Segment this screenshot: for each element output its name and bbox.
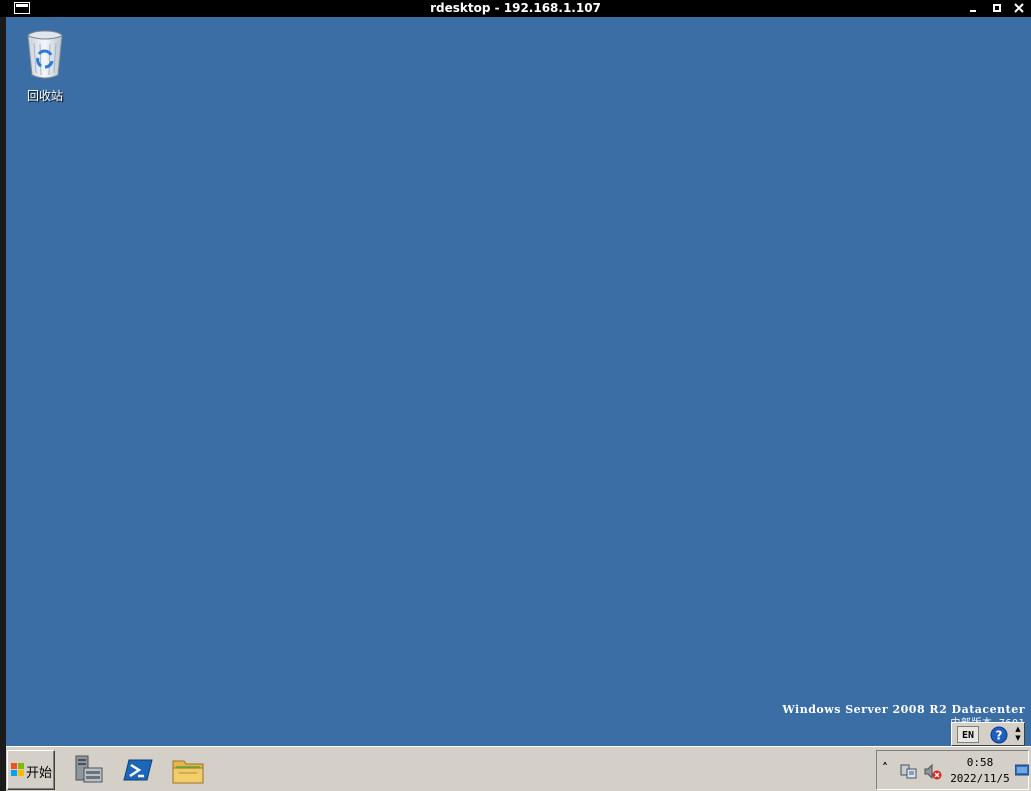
maximize-button[interactable] xyxy=(990,1,1004,15)
desktop-icon-label: 回收站 xyxy=(26,89,63,103)
show-desktop-icon[interactable] xyxy=(1015,764,1029,778)
minimize-icon xyxy=(970,10,976,12)
window-titlebar[interactable]: rdesktop - 192.168.1.107 xyxy=(0,0,1031,17)
network-icon[interactable] xyxy=(900,763,918,781)
server-manager-icon xyxy=(75,755,103,783)
taskbar-server-manager[interactable] xyxy=(70,752,106,788)
show-hidden-icons-button[interactable]: ˄ xyxy=(882,761,888,775)
language-bar[interactable]: EN ? ▲ ▼ xyxy=(951,722,1025,746)
help-icon[interactable]: ? xyxy=(990,726,1008,744)
help-glyph: ? xyxy=(996,729,1003,743)
clock-date[interactable]: 2022/11/5 xyxy=(947,772,1013,785)
volume-muted-icon[interactable] xyxy=(924,763,942,781)
minimize-button[interactable] xyxy=(967,1,981,15)
close-icon xyxy=(1014,3,1024,13)
window-title: rdesktop - 192.168.1.107 xyxy=(430,1,601,15)
taskbar: 开始 ˄ 0:58 2022/11/5 xyxy=(6,746,1031,791)
close-button[interactable] xyxy=(1012,1,1026,15)
taskbar-powershell[interactable] xyxy=(120,752,156,788)
watermark-edition: Windows Server 2008 R2 Datacenter xyxy=(782,703,1025,716)
desktop[interactable]: 回收站 Windows Server 2008 R2 Datacenter 内部… xyxy=(6,17,1031,746)
maximize-icon xyxy=(993,4,1001,12)
clock-time[interactable]: 0:58 xyxy=(947,756,1013,769)
taskbar-windows-explorer[interactable] xyxy=(170,752,206,788)
folder-icon xyxy=(172,760,204,784)
language-indicator[interactable]: EN xyxy=(957,726,979,743)
recycle-bin-icon xyxy=(27,30,63,79)
windows-logo-icon xyxy=(11,763,24,776)
powershell-icon xyxy=(123,759,153,781)
desktop-icon-recycle-bin[interactable]: 回收站 xyxy=(20,27,70,103)
start-button[interactable]: 开始 xyxy=(7,750,55,790)
start-label: 开始 xyxy=(26,766,53,781)
language-bar-options-icon[interactable]: ▲ ▼ xyxy=(1014,725,1022,745)
system-tray: ˄ 0:58 2022/11/5 xyxy=(876,750,1029,790)
